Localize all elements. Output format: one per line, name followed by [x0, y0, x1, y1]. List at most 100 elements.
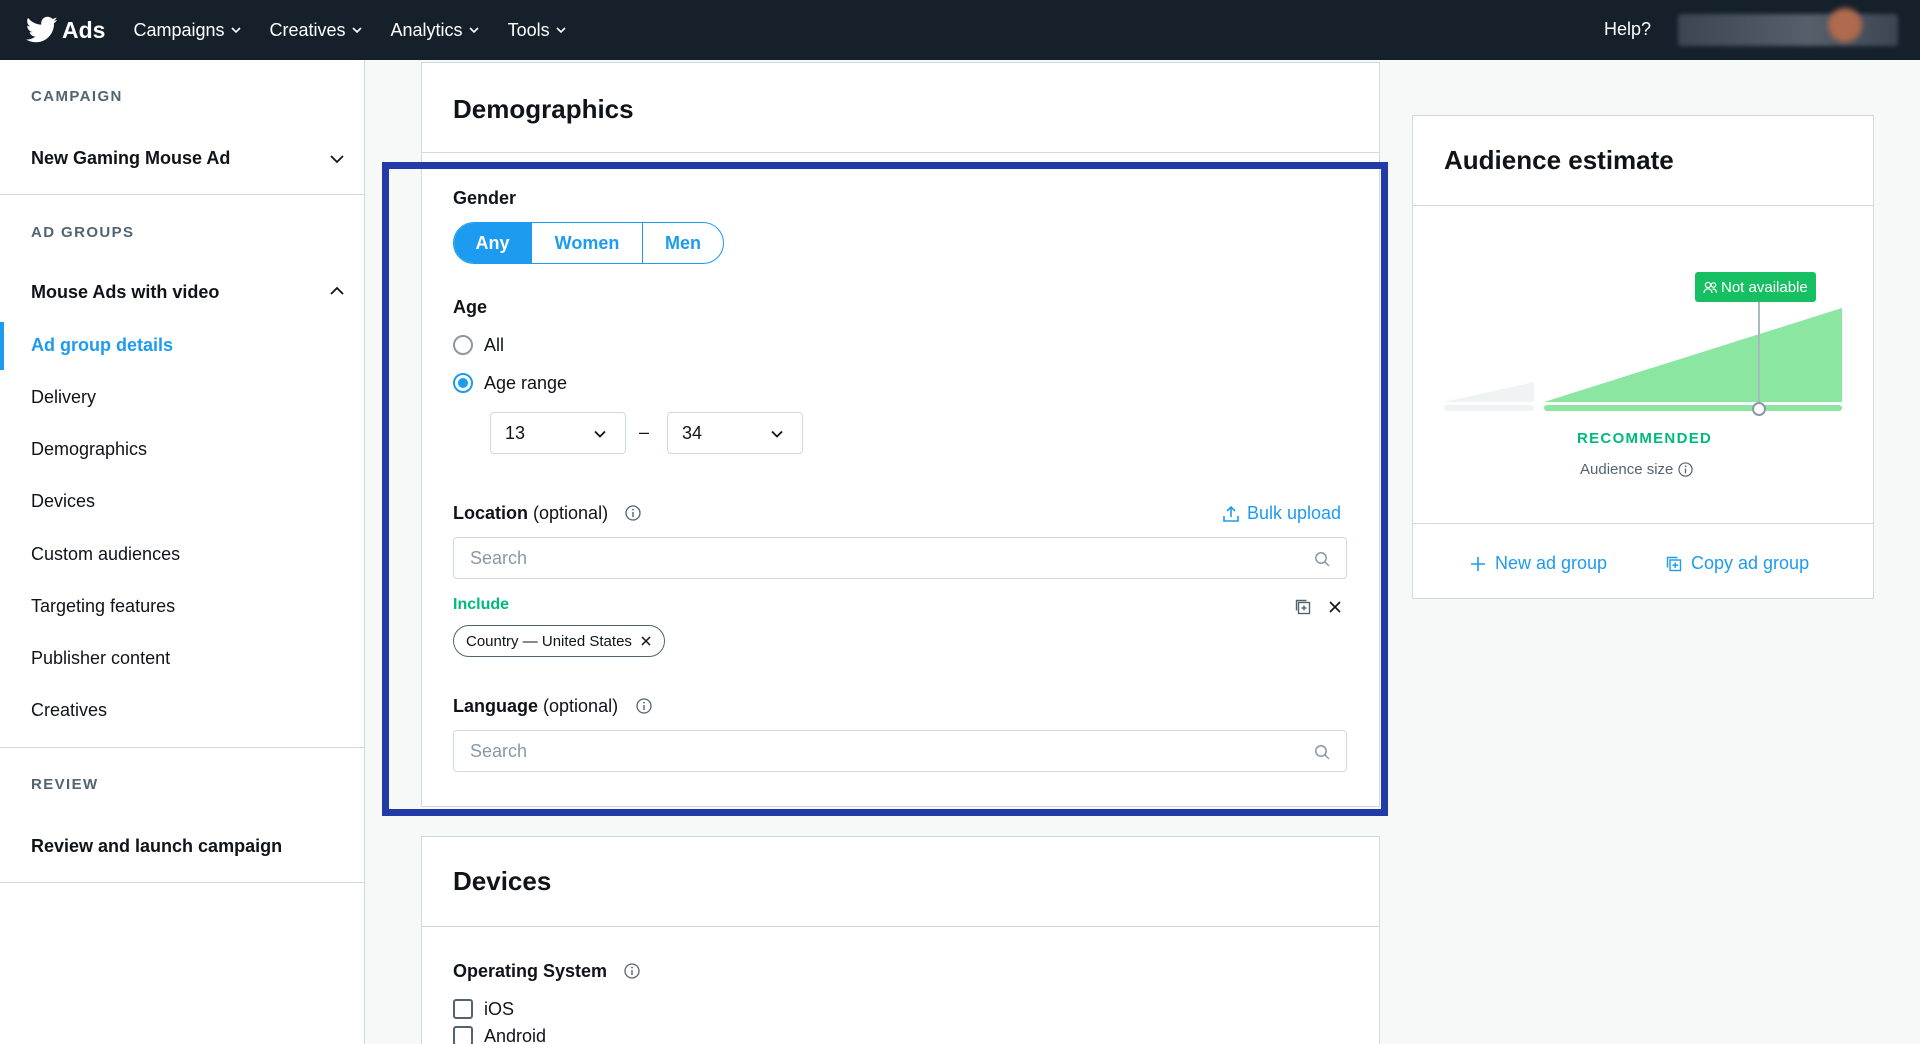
search-icon [1315, 745, 1330, 760]
info-icon[interactable] [1678, 462, 1694, 477]
card-divider [421, 152, 1380, 153]
copy-ad-group-button[interactable]: Copy ad group [1666, 553, 1809, 574]
nav-analytics-label: Analytics [390, 19, 463, 40]
not-available-badge: Not available [1695, 272, 1816, 302]
nav-creatives-label: Creatives [269, 19, 346, 40]
copy-icon [1666, 556, 1682, 571]
active-indicator [0, 322, 4, 370]
info-icon[interactable] [636, 698, 652, 714]
sidebar: CAMPAIGN New Gaming Mouse Ad AD GROUPS M… [0, 60, 365, 1044]
nav-creatives[interactable]: Creatives [270, 20, 363, 41]
avatar[interactable] [1828, 8, 1862, 42]
devices-title: Devices [453, 866, 552, 896]
devices-card [421, 836, 1380, 1044]
ios-checkbox[interactable] [453, 999, 473, 1019]
sidebar-item-publisher-content[interactable]: Publisher content [31, 648, 170, 669]
divider [0, 882, 365, 883]
android-label[interactable]: Android [484, 1026, 546, 1044]
ios-label[interactable]: iOS [484, 999, 514, 1020]
bulk-upload-button[interactable]: Bulk upload [1222, 503, 1341, 524]
close-icon[interactable] [1326, 598, 1344, 616]
age-all-label[interactable]: All [484, 335, 504, 356]
card-divider [421, 926, 1380, 927]
language-optional-text: (optional) [543, 696, 619, 716]
divider [0, 747, 365, 748]
campaign-section-label: CAMPAIGN [31, 88, 123, 105]
location-chip: Country — United States [453, 625, 665, 657]
age-range-dash: – [639, 422, 650, 442]
language-search-input[interactable]: Search [453, 730, 1347, 772]
location-search-placeholder: Search [470, 547, 528, 568]
sidebar-item-targeting-features[interactable]: Targeting features [31, 596, 175, 617]
gender-women-button[interactable]: Women [532, 223, 643, 263]
new-ad-group-button[interactable]: New ad group [1470, 553, 1607, 574]
copy-icon[interactable] [1294, 598, 1312, 616]
ad-groups-section-label: AD GROUPS [31, 224, 135, 241]
nav-tools[interactable]: Tools [508, 20, 567, 41]
info-icon[interactable] [625, 505, 641, 521]
new-ad-group-label: New ad group [1495, 553, 1608, 573]
recommended-label: RECOMMENDED [1577, 430, 1713, 447]
android-checkbox[interactable] [453, 1026, 473, 1044]
chevron-down-icon [468, 27, 479, 34]
age-range-radio[interactable] [453, 373, 473, 393]
help-link[interactable]: Help? [1604, 19, 1651, 40]
nav-analytics[interactable]: Analytics [391, 20, 480, 41]
location-optional-text: (optional) [533, 503, 609, 523]
copy-ad-group-label: Copy ad group [1691, 553, 1810, 573]
age-label: Age [453, 297, 488, 317]
not-available-label: Not available [1721, 278, 1808, 296]
sidebar-item-demographics[interactable]: Demographics [31, 439, 147, 460]
twitter-bird-icon [26, 16, 58, 43]
location-chip-label: Country — United States [466, 632, 632, 650]
location-search-input[interactable]: Search [453, 537, 1347, 579]
age-from-select[interactable]: 13 [490, 412, 626, 454]
close-icon[interactable] [640, 635, 652, 647]
chevron-down-icon [230, 27, 241, 34]
search-icon [1315, 552, 1330, 567]
chevron-down-icon[interactable] [328, 150, 346, 168]
brand-text: Ads [62, 16, 106, 43]
chevron-down-icon [594, 430, 606, 438]
demographics-title: Demographics [453, 94, 634, 124]
review-section-label: REVIEW [31, 776, 99, 793]
info-icon[interactable] [624, 963, 640, 979]
sidebar-item-devices[interactable]: Devices [31, 491, 95, 512]
age-to-value: 34 [682, 422, 703, 443]
sidebar-item-ad-group-details[interactable]: Ad group details [31, 335, 173, 356]
sidebar-item-creatives[interactable]: Creatives [31, 700, 107, 721]
review-launch-item[interactable]: Review and launch campaign [31, 836, 282, 857]
age-from-value: 13 [505, 422, 526, 443]
age-range-label[interactable]: Age range [484, 373, 567, 394]
nav-tools-label: Tools [507, 19, 550, 40]
gauge-left-track [1444, 405, 1534, 411]
sidebar-item-custom-audiences[interactable]: Custom audiences [31, 544, 180, 565]
gauge-recommended-area [1544, 308, 1842, 402]
sidebar-item-delivery[interactable]: Delivery [31, 387, 96, 408]
audience-estimate-title: Audience estimate [1444, 145, 1674, 175]
account-switcher[interactable] [1678, 14, 1898, 46]
ad-group-name[interactable]: Mouse Ads with video [31, 282, 219, 303]
chevron-down-icon [556, 27, 566, 34]
plus-icon [1471, 556, 1485, 571]
age-all-radio[interactable] [453, 335, 473, 355]
age-to-select[interactable]: 34 [667, 412, 803, 454]
upload-icon [1223, 505, 1239, 522]
brand-logo[interactable]: Ads [26, 16, 105, 44]
location-label: Location (optional) [453, 503, 608, 524]
language-label-text: Language [453, 696, 539, 716]
gender-men-button[interactable]: Men [643, 223, 723, 263]
card-divider [1412, 205, 1874, 206]
divider [0, 194, 365, 195]
nav-campaigns[interactable]: Campaigns [133, 20, 241, 41]
card-divider [1412, 523, 1874, 524]
gender-toggle: Any Women Men [453, 222, 724, 264]
audience-size: Audience size [1580, 461, 1694, 478]
gender-label: Gender [453, 188, 517, 208]
language-search-placeholder: Search [470, 740, 528, 761]
operating-system-label: Operating System [453, 961, 608, 981]
campaign-name[interactable]: New Gaming Mouse Ad [31, 148, 230, 169]
chevron-down-icon [771, 430, 783, 438]
chevron-up-icon[interactable] [328, 282, 346, 300]
gender-any-button[interactable]: Any [454, 223, 532, 263]
